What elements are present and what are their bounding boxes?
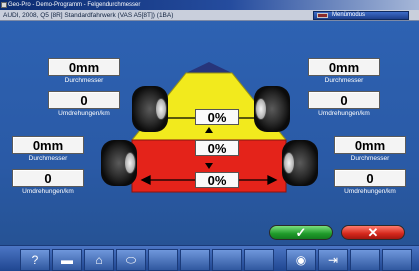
middle-percent: 0% <box>195 140 239 156</box>
rear-right-revolutions-label: Umdrehungen/km <box>344 188 396 195</box>
rear-right-rim <box>283 152 295 174</box>
close-icon: ✕ <box>367 225 379 240</box>
front-right-diameter[interactable]: 0mm <box>308 58 380 76</box>
flag-icon: ▬ <box>61 253 73 267</box>
rear-left-diameter-label: Durchmesser <box>28 155 68 162</box>
check-icon: ✓ <box>295 225 307 240</box>
car-icon: ⬭ <box>125 253 137 267</box>
rear-left-revolutions-label: Umdrehungen/km <box>22 188 74 195</box>
toolbar-slot-6[interactable] <box>180 249 210 271</box>
vehicle-button[interactable]: ⬭ <box>116 249 146 271</box>
help-icon: ? <box>31 253 39 267</box>
ok-button[interactable]: ✓ <box>269 225 333 240</box>
front-left-wheel <box>132 86 168 132</box>
flag-button[interactable]: ▬ <box>52 249 82 271</box>
rear-left-wheel <box>101 140 137 186</box>
export-button[interactable]: ⇥ <box>318 249 348 271</box>
front-right-revolutions[interactable]: 0 <box>308 91 380 109</box>
bottom-toolbar: ? ▬ ⌂ ⬭ ◉ ⇥ <box>0 245 419 271</box>
help-button[interactable]: ? <box>20 249 50 271</box>
home-icon: ⌂ <box>95 253 103 267</box>
rear-right-diameter-label: Durchmesser <box>350 155 390 162</box>
front-left-revolutions[interactable]: 0 <box>48 91 120 109</box>
rear-right-wheel <box>282 140 318 186</box>
front-left-diameter-label: Durchmesser <box>64 77 104 84</box>
steering-wheel-icon: ◉ <box>295 253 307 267</box>
front-right-revolutions-label: Umdrehungen/km <box>318 110 370 117</box>
toolbar-slot-8[interactable] <box>244 249 274 271</box>
front-axle-percent: 0% <box>195 109 239 125</box>
rear-left-rim <box>124 152 136 174</box>
front-right-wheel <box>254 86 290 132</box>
cancel-button[interactable]: ✕ <box>341 225 405 240</box>
export-icon: ⇥ <box>327 253 339 267</box>
rear-right-diameter[interactable]: 0mm <box>334 136 406 154</box>
front-right-diameter-label: Durchmesser <box>324 77 364 84</box>
vehicle-front-marker <box>186 62 232 73</box>
front-left-rim <box>155 98 167 120</box>
rear-left-revolutions[interactable]: 0 <box>12 169 84 187</box>
toolbar-slot-5[interactable] <box>148 249 178 271</box>
front-left-diameter[interactable]: 0mm <box>48 58 120 76</box>
rear-right-revolutions[interactable]: 0 <box>334 169 406 187</box>
front-right-rim <box>255 98 267 120</box>
rear-axle-percent: 0% <box>195 172 239 188</box>
home-button[interactable]: ⌂ <box>84 249 114 271</box>
app-window: Geo-Pro - Demo-Programm - Felgendurchmes… <box>0 0 419 271</box>
rear-left-diameter[interactable]: 0mm <box>12 136 84 154</box>
toolbar-slot-11[interactable] <box>350 249 380 271</box>
steering-wheel-button[interactable]: ◉ <box>286 249 316 271</box>
toolbar-slot-7[interactable] <box>212 249 242 271</box>
front-left-revolutions-label: Umdrehungen/km <box>58 110 110 117</box>
toolbar-slot-12[interactable] <box>382 249 412 271</box>
